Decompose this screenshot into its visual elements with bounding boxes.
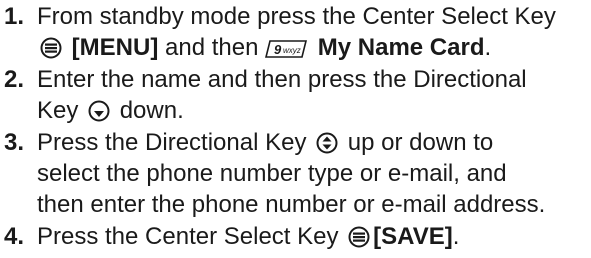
directional-key-updown-icon [316,132,338,154]
save-key-label: [SAVE] [373,223,453,250]
step-number: 2. [4,66,25,93]
step-number: 1. [4,3,25,30]
svg-text:wxyz: wxyz [283,46,301,55]
step-text: and then [158,34,266,61]
step-3-line-2: select the phone number type or e-mail, … [37,158,589,189]
step-text: down. [113,97,184,124]
instruction-steps: 1. From standby mode press the Center Se… [4,1,589,253]
step-3-line-1: Press the Directional Key up or down to [37,127,589,158]
step-2-line-1: Enter the name and then press the Direct… [37,64,589,95]
step-text: From standby mode press the Center Selec… [37,3,556,30]
keypad-9-wxyz-icon: 9 wxyz [265,40,308,58]
step-2: 2. Enter the name and then press the Dir… [4,64,589,126]
step-1-line-1: From standby mode press the Center Selec… [37,1,589,32]
step-text: select the phone number type or e-mail, … [37,160,507,187]
step-1-line-2: [MENU] and then 9 wxyz My Name Card. [37,32,589,63]
menu-key-label: [MENU] [71,34,159,61]
step-4-line-1: Press the Center Select Key [SAVE]. [37,221,589,252]
step-1: 1. From standby mode press the Center Se… [4,1,589,63]
step-text: Press the Center Select Key [37,223,346,250]
step-3-line-3: then enter the phone number or e-mail ad… [37,189,589,220]
step-text: then enter the phone number or e-mail ad… [37,191,546,218]
step-text: Enter the name and then press the Direct… [37,66,527,93]
step-text: up or down to [341,129,494,156]
svg-text:9: 9 [274,42,282,57]
step-number: 4. [4,223,25,250]
step-number: 3. [4,129,25,156]
directional-key-down-icon [88,100,110,122]
step-text: Press the Directional Key [37,129,314,156]
step-period: . [484,34,492,61]
step-4: 4. Press the Center Select Key [SAVE]. [4,221,589,252]
my-name-card-label: My Name Card [317,34,485,61]
step-text: Key [37,97,86,124]
center-select-key-icon [40,37,62,59]
step-period: . [452,223,460,250]
step-3: 3. Press the Directional Key up or down … [4,127,589,220]
center-select-key-icon [348,226,370,248]
step-2-line-2: Key down. [37,95,589,126]
